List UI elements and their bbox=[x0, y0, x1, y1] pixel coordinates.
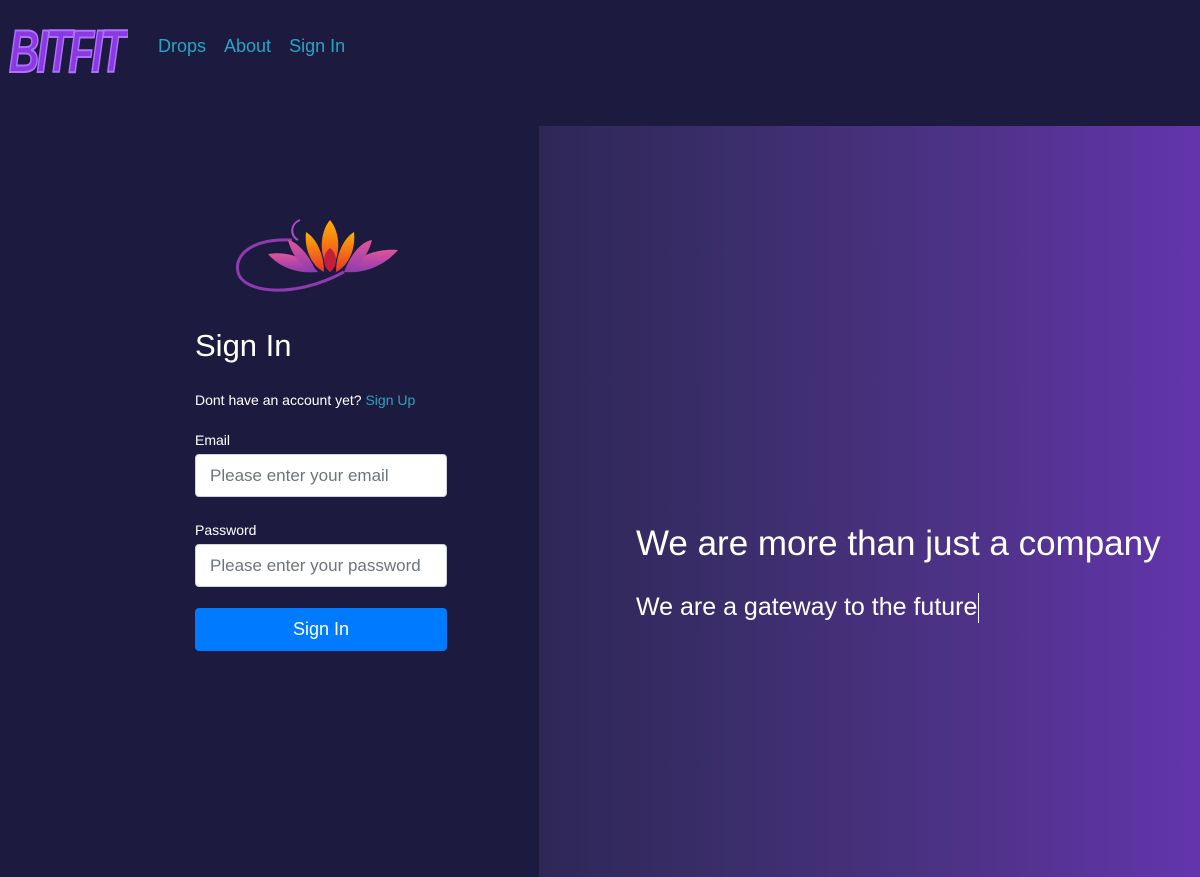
sign-in-button[interactable]: Sign In bbox=[195, 608, 447, 651]
navbar: BITFIT Drops About Sign In bbox=[0, 0, 1200, 126]
svg-text:BITFIT: BITFIT bbox=[9, 18, 128, 80]
password-label: Password bbox=[195, 522, 257, 538]
hero-subheadline-text: We are a gateway to the future bbox=[636, 593, 978, 621]
password-input[interactable] bbox=[195, 544, 447, 587]
brand-logo[interactable]: BITFIT bbox=[6, 12, 128, 80]
lotus-logo-icon bbox=[235, 219, 398, 292]
text-caret bbox=[978, 593, 980, 624]
nav-link-drops[interactable]: Drops bbox=[158, 36, 206, 57]
sign-up-link[interactable]: Sign Up bbox=[365, 392, 415, 408]
hero-panel bbox=[539, 126, 1200, 877]
sign-in-form: Sign In Dont have an account yet? Sign U… bbox=[195, 328, 447, 651]
nav-links: Drops About Sign In bbox=[158, 36, 345, 57]
nav-link-about[interactable]: About bbox=[224, 36, 271, 57]
hero-headline: We are more than just a company bbox=[636, 524, 1161, 563]
no-account-text: Dont have an account yet? bbox=[195, 392, 362, 408]
nav-link-sign-in[interactable]: Sign In bbox=[289, 36, 345, 57]
hero-subheadline: We are a gateway to the future bbox=[636, 590, 980, 624]
email-label: Email bbox=[195, 432, 231, 448]
sign-in-title: Sign In bbox=[195, 328, 292, 363]
signup-prompt: Dont have an account yet? Sign Up bbox=[195, 391, 447, 409]
email-input[interactable] bbox=[195, 454, 447, 497]
